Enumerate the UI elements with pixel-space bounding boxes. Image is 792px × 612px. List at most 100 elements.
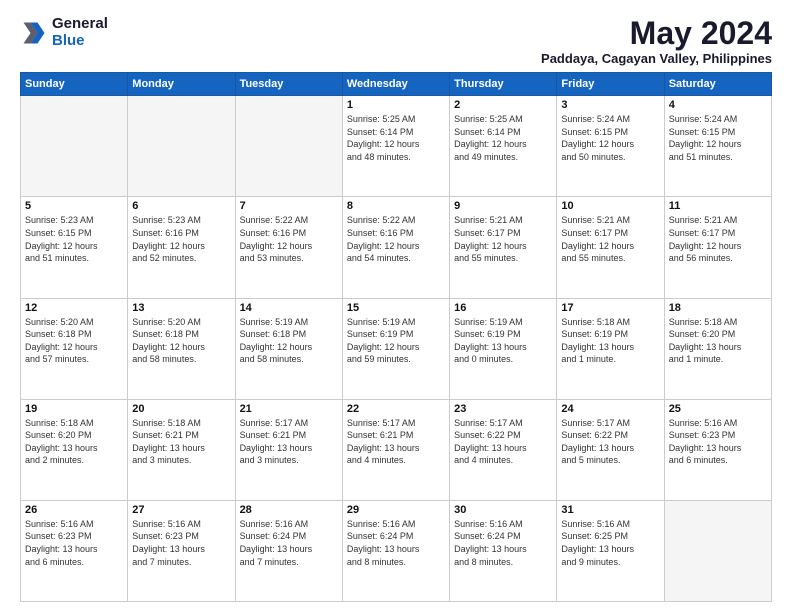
day-cell-1-4: 9Sunrise: 5:21 AM Sunset: 6:17 PM Daylig…: [450, 197, 557, 298]
day-cell-0-5: 3 Sunrise: 5:24 AM Sunset: 6:15 PM Daylig…: [557, 96, 664, 197]
header: General Blue May 2024 Paddaya, Cagayan V…: [20, 16, 772, 66]
week-row-5: 26 Sunrise: 5:16 AM Sunset: 6:23 PM Dayli…: [21, 500, 772, 601]
day-cell-2-1: 13 Sunrise: 5:20 AM Sunset: 6:18 PM Dayli…: [128, 298, 235, 399]
day-info: Sunrise: 5:24 AM Sunset: 6:15 PM Dayligh…: [669, 113, 767, 163]
day-cell-3-6: 25Sunrise: 5:16 AM Sunset: 6:23 PM Dayli…: [664, 399, 771, 500]
day-info: Sunrise: 5:25 AM Sunset: 6:14 PM Dayligh…: [454, 113, 552, 163]
day-cell-2-0: 12 Sunrise: 5:20 AM Sunset: 6:18 PM Dayli…: [21, 298, 128, 399]
day-info: Sunrise: 5:22 AM Sunset: 6:16 PM Dayligh…: [240, 214, 338, 264]
day-info: Sunrise: 5:20 AM Sunset: 6:18 PM Dayligh…: [132, 316, 230, 366]
day-number: 28: [240, 504, 338, 516]
day-cell-4-6: [664, 500, 771, 601]
day-number: 7: [240, 200, 338, 212]
day-number: 1: [347, 99, 445, 111]
day-info: Sunrise: 5:17 AM Sunset: 6:22 PM Dayligh…: [561, 417, 659, 467]
day-cell-4-3: 29 Sunrise: 5:16 AM Sunset: 6:24 PM Dayli…: [342, 500, 449, 601]
week-row-3: 12 Sunrise: 5:20 AM Sunset: 6:18 PM Dayli…: [21, 298, 772, 399]
day-info: Sunrise: 5:16 AM Sunset: 6:24 PM Dayligh…: [347, 518, 445, 568]
day-number: 23: [454, 403, 552, 415]
day-number: 18: [669, 302, 767, 314]
day-cell-0-6: 4 Sunrise: 5:24 AM Sunset: 6:15 PM Daylig…: [664, 96, 771, 197]
day-number: 30: [454, 504, 552, 516]
day-cell-3-5: 24 Sunrise: 5:17 AM Sunset: 6:22 PM Dayli…: [557, 399, 664, 500]
header-right: May 2024 Paddaya, Cagayan Valley, Philip…: [541, 16, 772, 66]
col-wednesday: Wednesday: [342, 73, 449, 96]
logo: General Blue: [20, 16, 108, 49]
logo-general-text: General: [52, 16, 108, 33]
col-tuesday: Tuesday: [235, 73, 342, 96]
day-info: Sunrise: 5:19 AM Sunset: 6:19 PM Dayligh…: [347, 316, 445, 366]
day-number: 24: [561, 403, 659, 415]
day-info: Sunrise: 5:19 AM Sunset: 6:19 PM Dayligh…: [454, 316, 552, 366]
day-info: Sunrise: 5:16 AM Sunset: 6:24 PM Dayligh…: [240, 518, 338, 568]
location: Paddaya, Cagayan Valley, Philippines: [541, 51, 772, 66]
day-number: 10: [561, 200, 659, 212]
day-info: Sunrise: 5:21 AM Sunset: 6:17 PM Dayligh…: [561, 214, 659, 264]
day-info: Sunrise: 5:16 AM Sunset: 6:24 PM Dayligh…: [454, 518, 552, 568]
day-cell-0-3: 1 Sunrise: 5:25 AM Sunset: 6:14 PM Daylig…: [342, 96, 449, 197]
day-cell-1-3: 8 Sunrise: 5:22 AM Sunset: 6:16 PM Daylig…: [342, 197, 449, 298]
day-cell-2-6: 18 Sunrise: 5:18 AM Sunset: 6:20 PM Dayli…: [664, 298, 771, 399]
day-cell-4-1: 27Sunrise: 5:16 AM Sunset: 6:23 PM Dayli…: [128, 500, 235, 601]
day-info: Sunrise: 5:22 AM Sunset: 6:16 PM Dayligh…: [347, 214, 445, 264]
day-cell-3-1: 20 Sunrise: 5:18 AM Sunset: 6:21 PM Dayli…: [128, 399, 235, 500]
day-cell-4-5: 31 Sunrise: 5:16 AM Sunset: 6:25 PM Dayli…: [557, 500, 664, 601]
day-number: 29: [347, 504, 445, 516]
day-number: 4: [669, 99, 767, 111]
day-info: Sunrise: 5:21 AM Sunset: 6:17 PM Dayligh…: [454, 214, 552, 264]
day-cell-0-0: [21, 96, 128, 197]
day-number: 14: [240, 302, 338, 314]
day-info: Sunrise: 5:17 AM Sunset: 6:21 PM Dayligh…: [347, 417, 445, 467]
day-cell-2-2: 14 Sunrise: 5:19 AM Sunset: 6:18 PM Dayli…: [235, 298, 342, 399]
day-number: 27: [132, 504, 230, 516]
day-number: 6: [132, 200, 230, 212]
day-number: 8: [347, 200, 445, 212]
day-cell-2-4: 16 Sunrise: 5:19 AM Sunset: 6:19 PM Dayli…: [450, 298, 557, 399]
day-info: Sunrise: 5:20 AM Sunset: 6:18 PM Dayligh…: [25, 316, 123, 366]
day-info: Sunrise: 5:21 AM Sunset: 6:17 PM Dayligh…: [669, 214, 767, 264]
day-cell-3-0: 19Sunrise: 5:18 AM Sunset: 6:20 PM Dayli…: [21, 399, 128, 500]
day-cell-4-0: 26 Sunrise: 5:16 AM Sunset: 6:23 PM Dayli…: [21, 500, 128, 601]
day-number: 3: [561, 99, 659, 111]
page: General Blue May 2024 Paddaya, Cagayan V…: [0, 0, 792, 612]
col-friday: Friday: [557, 73, 664, 96]
week-row-2: 5Sunrise: 5:23 AM Sunset: 6:15 PM Daylig…: [21, 197, 772, 298]
day-number: 2: [454, 99, 552, 111]
day-number: 13: [132, 302, 230, 314]
col-thursday: Thursday: [450, 73, 557, 96]
day-cell-3-4: 23Sunrise: 5:17 AM Sunset: 6:22 PM Dayli…: [450, 399, 557, 500]
day-cell-2-5: 17Sunrise: 5:18 AM Sunset: 6:19 PM Dayli…: [557, 298, 664, 399]
day-number: 15: [347, 302, 445, 314]
day-cell-4-2: 28 Sunrise: 5:16 AM Sunset: 6:24 PM Dayli…: [235, 500, 342, 601]
day-number: 12: [25, 302, 123, 314]
day-cell-1-2: 7 Sunrise: 5:22 AM Sunset: 6:16 PM Daylig…: [235, 197, 342, 298]
day-number: 31: [561, 504, 659, 516]
day-info: Sunrise: 5:18 AM Sunset: 6:21 PM Dayligh…: [132, 417, 230, 467]
calendar-table: Sunday Monday Tuesday Wednesday Thursday…: [20, 72, 772, 602]
day-info: Sunrise: 5:16 AM Sunset: 6:23 PM Dayligh…: [25, 518, 123, 568]
col-sunday: Sunday: [21, 73, 128, 96]
day-cell-0-1: [128, 96, 235, 197]
day-info: Sunrise: 5:24 AM Sunset: 6:15 PM Dayligh…: [561, 113, 659, 163]
day-info: Sunrise: 5:25 AM Sunset: 6:14 PM Dayligh…: [347, 113, 445, 163]
col-monday: Monday: [128, 73, 235, 96]
day-number: 19: [25, 403, 123, 415]
day-cell-1-1: 6Sunrise: 5:23 AM Sunset: 6:16 PM Daylig…: [128, 197, 235, 298]
day-number: 20: [132, 403, 230, 415]
day-number: 26: [25, 504, 123, 516]
day-number: 16: [454, 302, 552, 314]
day-cell-0-4: 2 Sunrise: 5:25 AM Sunset: 6:14 PM Daylig…: [450, 96, 557, 197]
day-cell-2-3: 15 Sunrise: 5:19 AM Sunset: 6:19 PM Dayli…: [342, 298, 449, 399]
day-cell-1-5: 10 Sunrise: 5:21 AM Sunset: 6:17 PM Dayli…: [557, 197, 664, 298]
day-info: Sunrise: 5:18 AM Sunset: 6:19 PM Dayligh…: [561, 316, 659, 366]
day-number: 25: [669, 403, 767, 415]
day-info: Sunrise: 5:18 AM Sunset: 6:20 PM Dayligh…: [669, 316, 767, 366]
logo-icon: [20, 19, 48, 47]
day-info: Sunrise: 5:16 AM Sunset: 6:25 PM Dayligh…: [561, 518, 659, 568]
day-cell-3-3: 22Sunrise: 5:17 AM Sunset: 6:21 PM Dayli…: [342, 399, 449, 500]
week-row-1: 1 Sunrise: 5:25 AM Sunset: 6:14 PM Daylig…: [21, 96, 772, 197]
day-info: Sunrise: 5:17 AM Sunset: 6:21 PM Dayligh…: [240, 417, 338, 467]
logo-blue-text: Blue: [52, 33, 108, 50]
day-info: Sunrise: 5:19 AM Sunset: 6:18 PM Dayligh…: [240, 316, 338, 366]
day-cell-3-2: 21Sunrise: 5:17 AM Sunset: 6:21 PM Dayli…: [235, 399, 342, 500]
